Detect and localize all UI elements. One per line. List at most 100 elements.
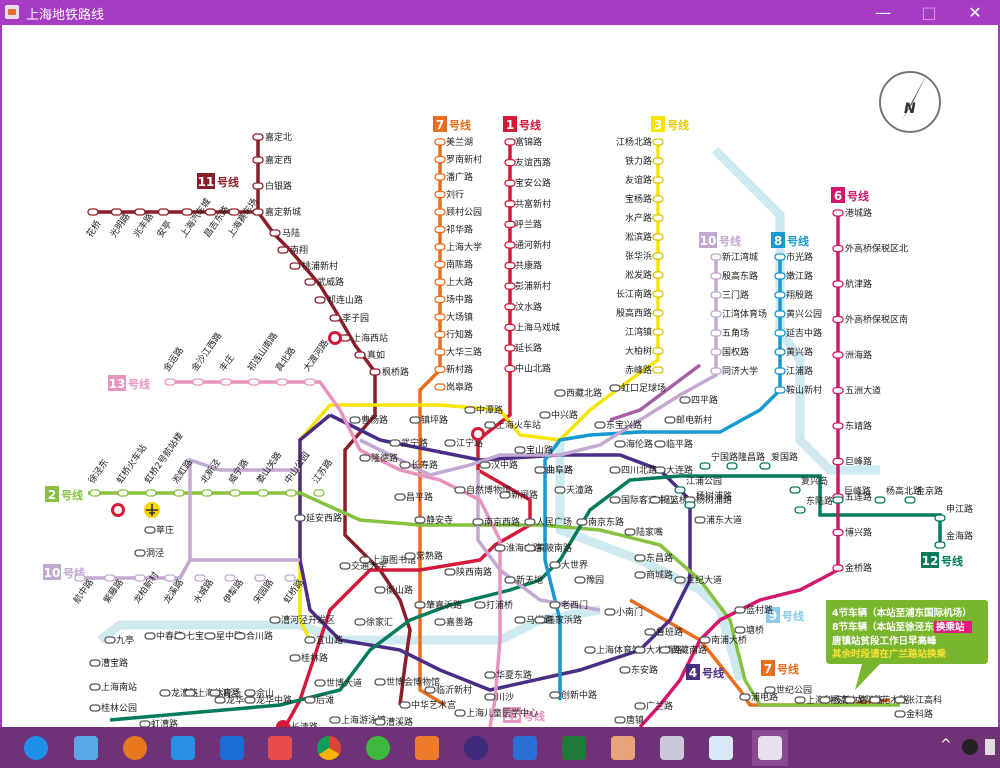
station-center-41[interactable]: 新天地 bbox=[504, 574, 543, 586]
station-center-42[interactable]: 大世界 bbox=[549, 559, 588, 571]
maximize-button[interactable]: □ bbox=[906, 0, 952, 25]
taskbar-app-chrome[interactable] bbox=[311, 730, 347, 766]
tray-expand-icon[interactable]: ^ bbox=[940, 737, 952, 753]
station-south-16[interactable]: 东安路 bbox=[619, 664, 658, 676]
station-line6-3[interactable]: 外高桥保税区南 bbox=[832, 314, 908, 326]
station-line7-4[interactable]: 顾村公园 bbox=[434, 206, 482, 218]
station-line10n-1[interactable]: 殷高东路 bbox=[710, 270, 758, 282]
station-south-33[interactable]: 创新中路 bbox=[549, 689, 597, 701]
close-button[interactable]: ✕ bbox=[952, 0, 998, 25]
station-line7-14[interactable]: 岚皋路 bbox=[434, 381, 473, 393]
station-south-31[interactable]: 广兰路 bbox=[634, 700, 673, 712]
station-line2w-0[interactable]: 徐泾东 bbox=[86, 457, 111, 497]
station-line11w-6[interactable]: 上海赛车场 bbox=[225, 196, 261, 240]
station-line12e-1[interactable]: 爱国路 bbox=[759, 451, 798, 470]
station-center-34[interactable]: 延安西路 bbox=[294, 512, 342, 524]
station-line11-6[interactable]: 桃浦新村 bbox=[289, 260, 338, 272]
station-center-16[interactable]: 四川北路 bbox=[609, 464, 657, 476]
station-south-10[interactable]: 肇嘉浜路 bbox=[414, 599, 462, 611]
station-center-25[interactable]: 四平路 bbox=[679, 394, 718, 406]
station-line1-1[interactable]: 友谊西路 bbox=[504, 157, 551, 169]
station-line13w-2[interactable]: 丰庄 bbox=[217, 352, 237, 386]
station-south-55[interactable]: 洞泾 bbox=[134, 547, 164, 559]
station-line8n-7[interactable]: 鞍山新村 bbox=[774, 384, 822, 396]
taskbar-app-sewing[interactable] bbox=[654, 730, 690, 766]
station-line12e-10[interactable]: 申江路 bbox=[934, 503, 973, 522]
station-line3-8[interactable]: 长江南路 bbox=[616, 288, 664, 300]
station-line11-4[interactable]: 马陆 bbox=[269, 227, 300, 239]
station-south-9[interactable]: 衡山路 bbox=[374, 584, 413, 596]
station-line10n-6[interactable]: 同济大学 bbox=[710, 365, 758, 377]
station-line1-11[interactable]: 中山北路 bbox=[504, 363, 551, 375]
station-south-48[interactable]: 上海南站 bbox=[89, 681, 137, 693]
station-center-19[interactable]: 邮电新村 bbox=[664, 414, 712, 426]
station-line7-12[interactable]: 大华三路 bbox=[434, 346, 482, 358]
station-south-47[interactable]: 漕宝路 bbox=[89, 657, 128, 669]
station-south-20[interactable]: 南浦大桥 bbox=[699, 634, 747, 646]
taskbar-app-java-active[interactable] bbox=[752, 730, 788, 766]
station-line11-7[interactable]: 武威路 bbox=[304, 276, 344, 288]
station-line11-5[interactable]: 南翔 bbox=[277, 244, 308, 256]
station-south-12[interactable]: 打浦桥 bbox=[474, 599, 513, 611]
station-line3-12[interactable]: 赤峰路 bbox=[625, 364, 664, 376]
station-line10w-5[interactable]: 伊犁路 bbox=[221, 574, 246, 606]
station-center-24[interactable]: 曲阜路 bbox=[534, 464, 573, 476]
station-south-32[interactable]: 唐镇 bbox=[614, 714, 644, 726]
station-south-30[interactable]: 金科路 bbox=[894, 708, 933, 720]
station-center-18[interactable]: 临平路 bbox=[654, 438, 693, 450]
station-center-28[interactable]: 昌平路 bbox=[394, 491, 433, 503]
station-center-20[interactable]: 东宝兴路 bbox=[594, 419, 642, 431]
taskbar-app-network[interactable] bbox=[68, 730, 104, 766]
station-south-38[interactable]: 中华艺术宫 bbox=[399, 699, 456, 711]
taskbar-app-firefox[interactable] bbox=[117, 730, 153, 766]
taskbar-app-project[interactable] bbox=[556, 730, 592, 766]
station-line1-2[interactable]: 宝安公路 bbox=[504, 177, 551, 189]
station-south-56[interactable]: 莘庄 bbox=[144, 524, 174, 536]
station-line10n-3[interactable]: 江湾体育场 bbox=[710, 308, 767, 320]
station-center-38[interactable]: 陕西南路 bbox=[444, 566, 492, 578]
station-center-21[interactable]: 虹口足球场 bbox=[609, 382, 666, 394]
taskbar-app-wps-word[interactable] bbox=[507, 730, 543, 766]
station-center-23[interactable]: 中兴路 bbox=[539, 409, 578, 421]
station-center-6[interactable]: 长寿路 bbox=[399, 459, 438, 471]
station-center-45[interactable]: 小南门 bbox=[604, 606, 643, 618]
station-line7-6[interactable]: 上海大学 bbox=[434, 241, 482, 253]
station-south-22[interactable]: 蓝村路 bbox=[734, 604, 773, 616]
station-south-35[interactable]: 川沙 bbox=[484, 692, 514, 703]
station-center-22[interactable]: 西藏北路 bbox=[554, 387, 602, 399]
station-line6-1[interactable]: 外高桥保税区北 bbox=[832, 243, 908, 255]
station-south-11[interactable]: 嘉善路 bbox=[434, 616, 473, 628]
station-south-40[interactable]: 世博大道 bbox=[314, 677, 362, 689]
station-line10w-6[interactable]: 宋园路 bbox=[251, 574, 276, 606]
station-line2w-8[interactable]: 江苏路 bbox=[310, 457, 335, 497]
station-line2w-6[interactable]: 娄山关路 bbox=[254, 449, 284, 497]
station-south-41[interactable]: 后滩 bbox=[304, 694, 334, 706]
station-line3-0[interactable]: 江杨北路 bbox=[616, 136, 664, 148]
station-center-3[interactable]: 武宁路 bbox=[389, 437, 428, 449]
station-center-17[interactable]: 海伦路 bbox=[614, 438, 653, 450]
station-center-15[interactable]: 大连路 bbox=[654, 464, 693, 476]
station-center-2[interactable]: 中潭路 bbox=[464, 404, 503, 416]
station-line2w-1[interactable]: 虹桥火车站 bbox=[114, 442, 150, 497]
taskbar-app-360[interactable] bbox=[360, 730, 396, 766]
station-south-36[interactable]: 上海儿童医学中心 bbox=[454, 707, 538, 719]
station-line13w-5[interactable]: 大渡河路 bbox=[301, 337, 331, 386]
station-line1-7[interactable]: 彭浦新村 bbox=[504, 280, 551, 292]
station-line11-8[interactable]: 祁连山路 bbox=[314, 294, 363, 306]
minimize-button[interactable]: — bbox=[860, 0, 906, 25]
station-south-34[interactable]: 华夏东路 bbox=[484, 669, 532, 681]
station-line2w-5[interactable]: 威宁路 bbox=[226, 457, 251, 497]
taskbar-app-zhi[interactable] bbox=[214, 730, 250, 766]
station-line1-9[interactable]: 上海马戏城 bbox=[504, 321, 560, 333]
station-south-39[interactable]: 世博会博物馆 bbox=[374, 676, 440, 688]
station-center-49[interactable]: 浦东大道 bbox=[694, 514, 742, 526]
station-line10n-0[interactable]: 新江湾城 bbox=[710, 251, 758, 263]
station-line10w-4[interactable]: 水城路 bbox=[191, 574, 216, 606]
station-line13w-1[interactable]: 金沙江西路 bbox=[189, 330, 225, 386]
station-line1-5[interactable]: 通河新村 bbox=[504, 239, 551, 251]
taskbar-app-eclipse[interactable] bbox=[458, 730, 494, 766]
user-icon[interactable] bbox=[985, 739, 995, 755]
station-line12e-6[interactable]: 东陆路 bbox=[794, 495, 833, 514]
station-center-43[interactable]: 豫园 bbox=[574, 574, 604, 586]
station-south-50[interactable]: 虹漕路 bbox=[139, 718, 178, 727]
